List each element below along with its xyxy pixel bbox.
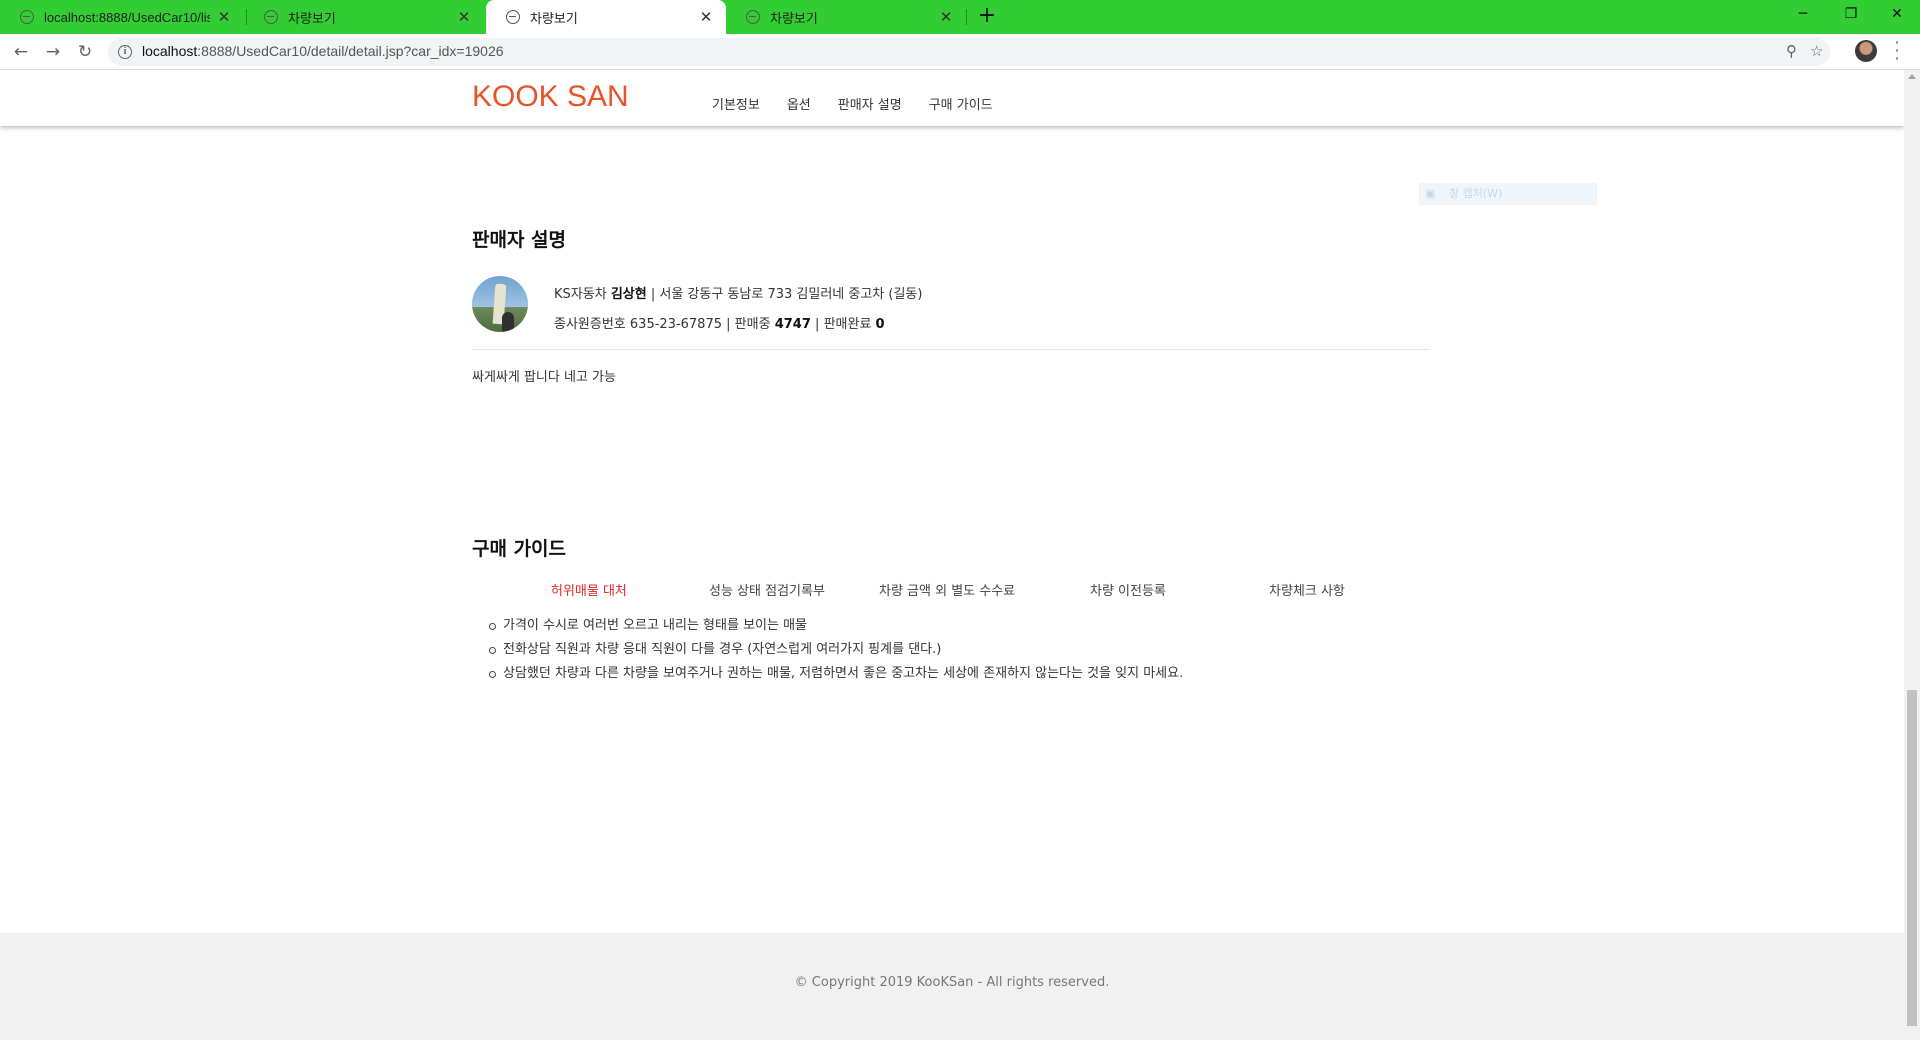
minimize-button[interactable]: ─: [1780, 0, 1826, 30]
close-icon[interactable]: ✕: [216, 8, 232, 26]
address-bar[interactable]: i localhost:8888/UsedCar10/detail/detail…: [108, 38, 1830, 66]
forward-arrow-icon[interactable]: →: [41, 40, 65, 64]
nav-purchase-guide[interactable]: 구매 가이드: [929, 94, 993, 113]
seller-address: 서울 강동구 동남로 733 김밀러네 중고차 (길동): [659, 287, 923, 302]
close-window-button[interactable]: ✕: [1874, 0, 1920, 30]
page-scrollbar[interactable]: [1904, 70, 1920, 1040]
url-path: :8888/UsedCar10/detail/detail.jsp?car_id…: [197, 43, 504, 59]
capture-icon: ▣: [1425, 187, 1436, 200]
list-item: 상담했던 차량과 다른 차량을 보여주거나 권하는 매물, 저렴하면서 좋은 중…: [489, 664, 1183, 688]
tab-title: localhost:8888/UsedCar10/list/se: [44, 9, 210, 25]
selling-count: 4747: [774, 317, 811, 332]
seller-info-line: KS자동차 김상현 | 서울 강동구 동남로 733 김밀러네 중고차 (길동): [554, 283, 922, 302]
star-icon[interactable]: ☆: [1810, 42, 1823, 60]
close-icon[interactable]: ✕: [938, 8, 954, 26]
capture-label: 창 캡처(W): [1449, 187, 1503, 200]
tab-check-items[interactable]: 차량체크 사항: [1269, 580, 1345, 599]
url-host: localhost: [142, 43, 198, 59]
browser-tab[interactable]: 차량보기 ✕: [726, 0, 966, 34]
seller-section-title: 판매자 설명: [472, 229, 567, 251]
guide-tabs: 허위매물 대처 성능 상태 점검기록부 차량 금액 외 별도 수수료 차량 이전…: [472, 580, 1430, 600]
seller-description: 싸게싸게 팝니다 네고 가능: [472, 370, 616, 385]
scroll-up-arrow-icon[interactable]: [1908, 74, 1916, 79]
employee-number: 635-23-67875: [629, 317, 722, 332]
globe-icon: [20, 10, 34, 24]
separator: |: [815, 317, 820, 332]
tab-divider: [966, 9, 967, 25]
page-viewport: KOOK SAN 기본정보 옵션 판매자 설명 구매 가이드 ▣ 창 캡처(W)…: [0, 70, 1904, 1040]
globe-icon: [746, 10, 760, 24]
sold-label: 판매완료: [823, 317, 872, 332]
restore-button[interactable]: ❐: [1828, 0, 1874, 30]
guide-list: 가격이 수시로 여러번 오르고 내리는 형태를 보이는 매물 전화상담 직원과 …: [489, 616, 1183, 688]
tab-fake-listing[interactable]: 허위매물 대처: [551, 580, 627, 599]
tab-title: 차량보기: [530, 10, 578, 26]
browser-tab[interactable]: 차량보기 ✕: [244, 0, 484, 34]
list-item: 가격이 수시로 여러번 오르고 내리는 형태를 보이는 매물: [489, 616, 1183, 640]
globe-icon: [264, 10, 278, 24]
main-nav: 기본정보 옵션 판매자 설명 구매 가이드: [712, 94, 993, 113]
info-icon[interactable]: i: [118, 45, 132, 59]
guide-section-title: 구매 가이드: [472, 538, 567, 560]
seller-stats-line: 종사원증번호 635-23-67875 | 판매중 4747 | 판매완료 0: [554, 313, 885, 332]
browser-toolbar: ← → ↻ i localhost:8888/UsedCar10/detail/…: [0, 34, 1920, 70]
separator: |: [726, 317, 731, 332]
tab-title: 차량보기: [770, 10, 818, 26]
nav-seller-description[interactable]: 판매자 설명: [838, 94, 902, 113]
reload-icon[interactable]: ↻: [73, 40, 97, 64]
site-logo[interactable]: KOOK SAN: [472, 80, 629, 114]
url-text[interactable]: localhost:8888/UsedCar10/detail/detail.j…: [142, 43, 504, 59]
globe-icon: [506, 10, 520, 24]
scrollbar-thumb[interactable]: [1907, 690, 1917, 1026]
back-arrow-icon[interactable]: ←: [9, 40, 33, 64]
tab-extra-fees[interactable]: 차량 금액 외 별도 수수료: [879, 580, 1015, 599]
new-tab-button[interactable]: +: [975, 3, 999, 28]
menu-dots-icon[interactable]: · · ·: [1893, 35, 1901, 67]
browser-tab-strip: localhost:8888/UsedCar10/list/se ✕ 차량보기 …: [0, 0, 1920, 34]
selling-label: 판매중: [734, 317, 771, 332]
sold-count: 0: [875, 317, 885, 332]
close-icon[interactable]: ✕: [456, 8, 472, 26]
zoom-icon[interactable]: ⚲: [1786, 42, 1797, 60]
separator: |: [650, 287, 656, 302]
tab-title: 차량보기: [288, 10, 336, 26]
seller-avatar: [472, 276, 528, 332]
copyright-text: © Copyright 2019 KooKSan - All rights re…: [794, 975, 1110, 990]
employee-label: 종사원증번호: [554, 317, 626, 332]
site-footer: © Copyright 2019 KooKSan - All rights re…: [0, 933, 1904, 1040]
list-item: 전화상담 직원과 차량 응대 직원이 다를 경우 (자연스럽게 여러가지 핑계를…: [489, 640, 1183, 664]
close-icon[interactable]: ✕: [698, 8, 714, 26]
seller-company: KS자동차: [554, 287, 607, 302]
tab-performance-record[interactable]: 성능 상태 점검기록부: [709, 580, 825, 599]
divider: [472, 349, 1430, 350]
profile-avatar[interactable]: [1855, 40, 1877, 62]
capture-widget[interactable]: ▣ 창 캡처(W): [1419, 183, 1597, 205]
seller-name: 김상현: [610, 287, 647, 302]
site-header: KOOK SAN 기본정보 옵션 판매자 설명 구매 가이드: [0, 70, 1904, 126]
nav-options[interactable]: 옵션: [787, 94, 811, 113]
browser-tab[interactable]: localhost:8888/UsedCar10/list/se ✕: [0, 0, 244, 34]
tab-transfer-registration[interactable]: 차량 이전등록: [1090, 580, 1166, 599]
nav-basic-info[interactable]: 기본정보: [712, 94, 760, 113]
browser-tab-active[interactable]: 차량보기 ✕: [486, 0, 726, 34]
